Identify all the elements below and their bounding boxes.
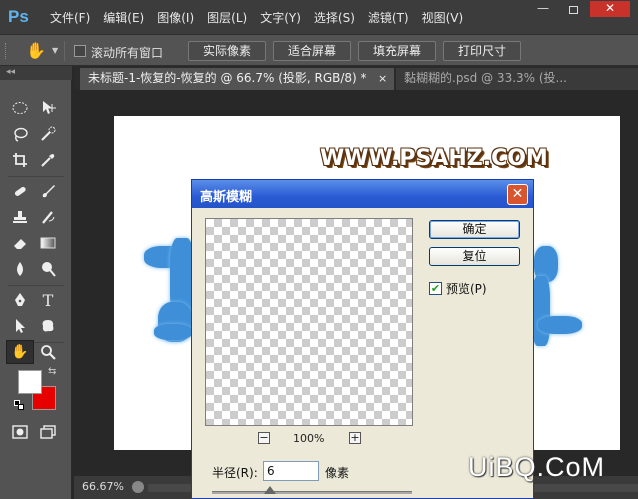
preview-zoom-level: 100% — [293, 432, 325, 445]
brush-tool-icon[interactable] — [34, 179, 62, 203]
canvas-watermark: WWW.PSAHZ.COM — [320, 146, 548, 171]
actual-pixels-button[interactable]: 实际像素 — [188, 41, 266, 61]
lasso-tool-icon[interactable] — [6, 122, 34, 146]
crop-tool-icon[interactable] — [6, 148, 34, 172]
custom-shape-tool-icon[interactable] — [34, 314, 62, 338]
history-brush-tool-icon[interactable] — [34, 205, 62, 229]
fill-screen-button[interactable]: 填充屏幕 — [358, 41, 436, 61]
tab-document-2[interactable]: 黏糊糊的.psd @ 33.3% (投... × — [396, 68, 638, 90]
grip-icon[interactable] — [5, 43, 8, 59]
scroll-all-windows-checkbox[interactable] — [74, 45, 86, 57]
options-bar: ✋ ▼ 滚动所有窗口 实际像素 适合屏幕 填充屏幕 打印尺寸 — [0, 34, 638, 66]
type-tool-icon[interactable]: T — [34, 288, 62, 312]
screen-mode-icon[interactable] — [34, 420, 62, 444]
maximize-icon — [568, 6, 578, 14]
tools-panel: ◂◂ T ✋ ⇆ — [0, 66, 72, 499]
checkmark-icon: ✔ — [430, 282, 441, 295]
artwork-shape — [538, 316, 582, 334]
main-menu: 文件(F) 编辑(E) 图像(I) 图层(L) 文字(Y) 选择(S) 滤镜(T… — [50, 9, 476, 26]
eraser-tool-icon[interactable] — [6, 231, 34, 255]
default-colors-icon[interactable] — [14, 400, 24, 410]
artwork-shape — [532, 276, 550, 346]
preview-label: 预览(P) — [446, 282, 487, 296]
menu-view[interactable]: 视图(V) — [422, 9, 464, 26]
ok-button[interactable]: 确定 — [429, 220, 520, 239]
divider — [8, 176, 64, 177]
healing-brush-tool-icon[interactable] — [6, 179, 34, 203]
document-tabs: 未标题-1-恢复的-恢复的 @ 66.7% (投影, RGB/8) * × 黏糊… — [74, 66, 638, 90]
gaussian-blur-dialog: 高斯模糊 ✕ − 100% + 确定 复位 ✔ 预览(P) 半径(R): 6 像… — [191, 179, 534, 499]
window-close-button[interactable]: ✕ — [590, 1, 630, 17]
menu-file[interactable]: 文件(F) — [50, 9, 90, 26]
swap-colors-icon[interactable]: ⇆ — [48, 366, 56, 377]
panel-collapse-toggle[interactable]: ◂◂ — [0, 66, 72, 80]
site-watermark: UiBQ.CoM — [468, 452, 606, 482]
maximize-button[interactable] — [562, 1, 584, 17]
pen-tool-icon[interactable] — [6, 288, 34, 312]
tab-document-1[interactable]: 未标题-1-恢复的-恢复的 @ 66.7% (投影, RGB/8) * × — [80, 68, 394, 90]
zoom-level[interactable]: 66.67% — [82, 480, 124, 493]
eyedropper-tool-icon[interactable] — [34, 148, 62, 172]
radius-slider-track[interactable] — [212, 491, 412, 494]
zoom-in-button[interactable]: + — [349, 432, 361, 444]
tab-close-icon[interactable]: × — [378, 68, 387, 89]
menu-bar: Ps 文件(F) 编辑(E) 图像(I) 图层(L) 文字(Y) 选择(S) 滤… — [0, 0, 638, 34]
divider — [8, 285, 64, 286]
hand-tool-icon[interactable]: ✋ — [6, 340, 34, 364]
tab-label: 未标题-1-恢复的-恢复的 @ 66.7% (投影, RGB/8) * — [88, 71, 367, 85]
foreground-color-swatch[interactable] — [18, 370, 42, 394]
dialog-close-button[interactable]: ✕ — [507, 184, 528, 205]
radius-input[interactable]: 6 — [263, 461, 319, 481]
dialog-title: 高斯模糊 — [200, 190, 253, 205]
dialog-titlebar[interactable]: 高斯模糊 ✕ — [192, 180, 533, 208]
menu-select[interactable]: 选择(S) — [314, 9, 355, 26]
zoom-out-button[interactable]: − — [258, 432, 270, 444]
marquee-tool-icon[interactable] — [6, 96, 34, 120]
menu-image[interactable]: 图像(I) — [157, 9, 194, 26]
artwork-shape — [154, 324, 192, 340]
quick-selection-tool-icon[interactable] — [34, 122, 62, 146]
photoshop-logo: Ps — [8, 7, 29, 26]
gradient-tool-icon[interactable] — [34, 231, 62, 255]
minimize-button[interactable]: — — [532, 1, 554, 17]
menu-type[interactable]: 文字(Y) — [260, 9, 301, 26]
fit-screen-button[interactable]: 适合屏幕 — [273, 41, 351, 61]
tool-preset-dropdown-icon[interactable]: ▼ — [52, 46, 58, 55]
radius-slider-thumb[interactable] — [264, 486, 276, 494]
tab-label: 黏糊糊的.psd @ 33.3% (投... — [404, 71, 567, 85]
quick-mask-icon[interactable] — [6, 420, 34, 444]
blur-tool-icon[interactable] — [6, 257, 34, 281]
menu-filter[interactable]: 滤镜(T) — [368, 9, 409, 26]
menu-edit[interactable]: 编辑(E) — [103, 9, 144, 26]
menu-layer[interactable]: 图层(L) — [207, 9, 247, 26]
clone-stamp-tool-icon[interactable] — [6, 205, 34, 229]
status-info-icon[interactable] — [132, 481, 144, 493]
print-size-button[interactable]: 打印尺寸 — [443, 41, 521, 61]
reset-button[interactable]: 复位 — [429, 247, 520, 266]
filter-preview[interactable] — [205, 218, 413, 426]
radius-label: 半径(R): — [212, 466, 258, 480]
radius-unit: 像素 — [325, 466, 350, 480]
dodge-tool-icon[interactable] — [34, 257, 62, 281]
divider — [64, 41, 65, 61]
move-tool-icon[interactable] — [34, 96, 62, 120]
scroll-all-windows-label: 滚动所有窗口 — [91, 46, 164, 60]
preview-checkbox[interactable]: ✔ — [429, 282, 442, 295]
path-selection-tool-icon[interactable] — [6, 314, 34, 338]
zoom-tool-icon[interactable] — [34, 340, 62, 364]
hand-tool-icon[interactable]: ✋ — [26, 41, 46, 60]
